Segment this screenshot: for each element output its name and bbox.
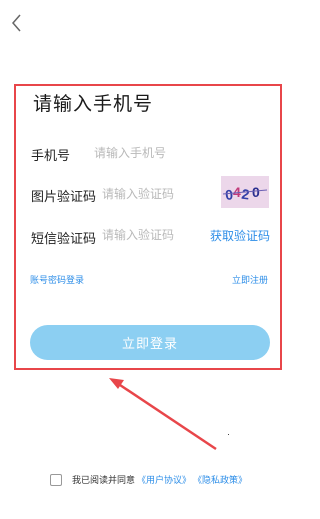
back-button[interactable]	[8, 12, 28, 34]
privacy-policy-link[interactable]: 《隐私政策》	[193, 473, 247, 486]
captcha-image[interactable]: 0 4 2 0	[221, 176, 269, 208]
svg-text:0: 0	[252, 184, 260, 200]
get-code-button[interactable]: 获取验证码	[210, 227, 270, 244]
agreement-text: 我已阅读并同意	[72, 476, 136, 486]
agreement-row: 我已阅读并同意 《用户协议》 《隐私政策》	[50, 473, 247, 486]
agreement-checkbox[interactable]	[50, 473, 62, 486]
phone-input[interactable]	[94, 146, 204, 160]
image-code-label: 图片验证码	[31, 190, 97, 205]
sms-code-input[interactable]	[102, 228, 202, 242]
register-link[interactable]: 立即注册	[232, 273, 268, 286]
dot-mark	[228, 434, 229, 435]
phone-label: 手机号	[31, 149, 71, 164]
sms-code-label: 短信验证码	[31, 232, 97, 247]
page-title: 请输入手机号	[33, 93, 154, 115]
user-agreement-link[interactable]: 《用户协议》	[137, 473, 191, 486]
password-login-link[interactable]: 账号密码登录	[30, 273, 84, 286]
svg-text:2: 2	[241, 186, 251, 203]
login-button[interactable]: 立即登录	[30, 325, 270, 360]
chevron-left-icon	[12, 14, 21, 32]
image-code-input[interactable]	[102, 187, 212, 201]
